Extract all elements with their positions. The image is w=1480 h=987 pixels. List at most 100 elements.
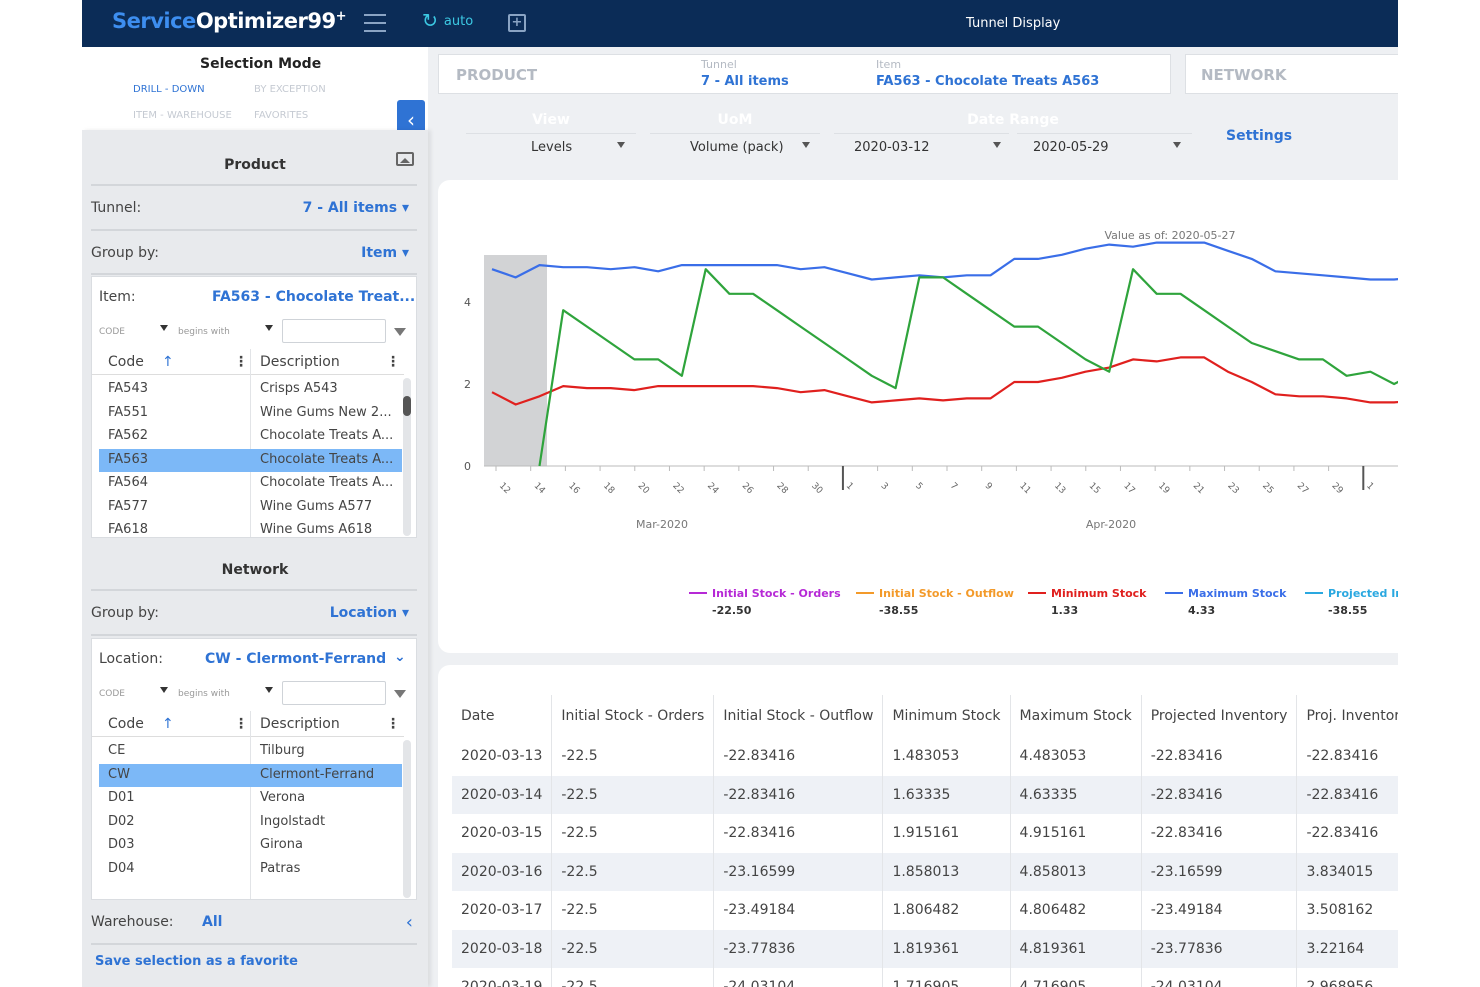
location-filter-operator[interactable]: begins with bbox=[178, 689, 230, 699]
column-menu-icon[interactable]: ⋮ bbox=[234, 716, 248, 732]
list-item-code: D02 bbox=[108, 813, 135, 829]
product-groupby-row: Group by: Item ▾ bbox=[91, 245, 417, 261]
add-window-icon[interactable]: + bbox=[508, 14, 526, 32]
list-item[interactable]: FA577 Wine Gums A577 bbox=[99, 496, 402, 519]
legend-item[interactable]: Maximum Stock 4.33 bbox=[1165, 587, 1286, 617]
sort-up-icon[interactable]: ↑ bbox=[162, 354, 174, 370]
item-list-scrollbar[interactable] bbox=[403, 378, 411, 536]
location-col-code[interactable]: Code bbox=[108, 716, 144, 732]
filter-icon[interactable] bbox=[394, 690, 406, 698]
list-item[interactable]: FA562 Chocolate Treats A... bbox=[99, 425, 402, 448]
product-section-title: Product bbox=[224, 157, 286, 173]
table-row[interactable]: 2020-03-14 -22.5 -22.83416 1.63335 4.63335 -2… bbox=[452, 775, 1398, 814]
item-filter-field[interactable]: CODE bbox=[99, 327, 125, 337]
column-header[interactable]: Initial Stock - Outflow bbox=[713, 695, 884, 737]
table-row[interactable]: 2020-03-17 -22.5 -23.49184 1.806482 4.806482… bbox=[452, 891, 1398, 930]
location-dropdown[interactable]: CW - Clermont-Ferrand bbox=[205, 651, 386, 667]
header-tunnel-value: 7 - All items bbox=[701, 74, 789, 89]
legend-item[interactable]: Minimum Stock 1.33 bbox=[1028, 587, 1146, 617]
table-cell: 2020-03-17 bbox=[452, 891, 553, 930]
item-list-header: Code ↑ ⋮ Description ⋮ bbox=[92, 349, 404, 375]
x-tick-label: 28 bbox=[774, 481, 789, 496]
mode-by-exception[interactable]: BY EXCEPTION bbox=[254, 84, 326, 95]
selection-summary-bar: PRODUCT Tunnel 7 - All items Item FA563 … bbox=[438, 54, 1171, 94]
x-tick-label: 15 bbox=[1087, 481, 1102, 496]
list-item[interactable]: D04 Patras bbox=[99, 858, 402, 881]
auto-refresh-button[interactable]: ↻ auto bbox=[422, 12, 473, 31]
auto-refresh-label: auto bbox=[443, 14, 474, 29]
list-item[interactable]: FA563 Chocolate Treats A... bbox=[99, 448, 402, 472]
item-filter-input[interactable] bbox=[282, 319, 386, 343]
table-cell: 1.63335 bbox=[882, 775, 1011, 814]
date-from-picker[interactable]: 2020-03-12 bbox=[834, 133, 1009, 163]
column-header[interactable]: Date bbox=[452, 695, 553, 737]
network-groupby-label: Group by: bbox=[91, 605, 159, 621]
warehouse-value[interactable]: All bbox=[202, 914, 222, 930]
series-line[interactable] bbox=[538, 268, 1399, 467]
series-line[interactable] bbox=[491, 356, 1398, 406]
table-row[interactable]: 2020-03-19-22.5-24.031041.7169054.716905… bbox=[452, 968, 1398, 987]
image-icon[interactable] bbox=[396, 152, 414, 166]
table-row[interactable]: 2020-03-18 -22.5 -23.77836 1.819361 4.819361… bbox=[452, 929, 1398, 968]
mode-item-warehouse[interactable]: ITEM - WAREHOUSE bbox=[133, 110, 232, 121]
sort-up-icon[interactable]: ↑ bbox=[162, 716, 174, 732]
list-item[interactable]: CW Clermont-Ferrand bbox=[99, 763, 402, 787]
table-cell: 2020-03-14 bbox=[452, 775, 553, 814]
x-tick-label: 5 bbox=[913, 481, 924, 492]
settings-link[interactable]: Settings bbox=[1226, 128, 1292, 144]
brand-logo[interactable]: ServiceOptimizer99+ bbox=[112, 9, 346, 33]
column-header[interactable]: Maximum Stock bbox=[1010, 695, 1142, 737]
column-header[interactable]: Initial Stock - Orders bbox=[551, 695, 715, 737]
tunnel-dropdown[interactable]: 7 - All items ▾ bbox=[303, 200, 409, 216]
x-tick-label: 1 bbox=[1364, 481, 1375, 492]
list-item[interactable]: D02 Ingolstadt bbox=[99, 811, 402, 834]
mode-favorites[interactable]: FAVORITES bbox=[254, 110, 308, 121]
legend-item[interactable]: Projected In -38.55 bbox=[1305, 587, 1398, 617]
item-col-code[interactable]: Code bbox=[108, 354, 144, 370]
list-item[interactable]: FA543 Crisps A543 bbox=[99, 378, 402, 401]
legend-value: -38.55 bbox=[1328, 604, 1368, 617]
view-dropdown[interactable]: Levels bbox=[466, 133, 636, 163]
column-header[interactable]: Projected Inventory bbox=[1141, 695, 1298, 737]
list-item[interactable]: FA551 Wine Gums New 2... bbox=[99, 402, 402, 425]
mode-drill-down[interactable]: DRILL - DOWN bbox=[133, 84, 205, 95]
list-item[interactable]: FA564 Chocolate Treats A... bbox=[99, 472, 402, 495]
save-favorite-link[interactable]: Save selection as a favorite bbox=[95, 954, 298, 969]
list-item-description: Wine Gums A577 bbox=[260, 498, 373, 514]
product-groupby-dropdown[interactable]: Item ▾ bbox=[361, 245, 409, 261]
filter-icon[interactable] bbox=[394, 328, 406, 336]
column-menu-icon[interactable]: ⋮ bbox=[386, 716, 400, 732]
uom-dropdown[interactable]: Volume (pack) bbox=[650, 133, 820, 163]
list-item[interactable]: D01 Verona bbox=[99, 787, 402, 810]
hamburger-menu-icon[interactable] bbox=[364, 14, 386, 32]
list-item[interactable]: FA618 Wine Gums A618 bbox=[99, 519, 402, 537]
chevron-left-icon[interactable]: ‹ bbox=[406, 912, 413, 933]
x-tick-label: 29 bbox=[1329, 481, 1344, 496]
selection-mode-title: Selection Mode bbox=[200, 56, 322, 72]
column-header[interactable]: Minimum Stock bbox=[882, 695, 1011, 737]
location-filter-field[interactable]: CODE bbox=[99, 689, 125, 699]
location-col-description[interactable]: Description bbox=[260, 716, 340, 732]
column-menu-icon[interactable]: ⋮ bbox=[386, 354, 400, 370]
legend-item[interactable]: Initial Stock - Outflow -38.55 bbox=[856, 587, 1014, 617]
table-row[interactable]: 2020-03-13 -22.5 -22.83416 1.483053 4.483053… bbox=[452, 737, 1398, 776]
item-filter-operator[interactable]: begins with bbox=[178, 327, 230, 337]
item-dropdown[interactable]: FA563 - Chocolate Treat... ⌄ bbox=[212, 289, 416, 305]
location-list-scrollbar[interactable] bbox=[403, 740, 411, 898]
x-tick-label: 18 bbox=[601, 481, 616, 496]
brand-part1: Service bbox=[112, 9, 196, 33]
date-to-picker[interactable]: 2020-05-29 bbox=[1017, 133, 1192, 163]
list-item[interactable]: D03 Girona bbox=[99, 834, 402, 857]
column-header[interactable]: Proj. Inventory bbox=[1296, 695, 1398, 737]
network-groupby-dropdown[interactable]: Location ▾ bbox=[330, 605, 409, 621]
chevron-down-icon[interactable]: ⌄ bbox=[394, 649, 406, 665]
legend-item[interactable]: Initial Stock - Orders -22.50 bbox=[689, 587, 841, 617]
location-filter-input[interactable] bbox=[282, 681, 386, 705]
list-item[interactable]: CE Tilburg bbox=[99, 740, 402, 763]
item-col-description[interactable]: Description bbox=[260, 354, 340, 370]
series-line[interactable] bbox=[491, 241, 1398, 281]
table-row[interactable]: 2020-03-16 -22.5 -23.16599 1.858013 4.858013… bbox=[452, 852, 1398, 891]
column-menu-icon[interactable]: ⋮ bbox=[234, 354, 248, 370]
legend-label: Projected In bbox=[1328, 587, 1398, 600]
table-row[interactable]: 2020-03-15 -22.5 -22.83416 1.915161 4.915161… bbox=[452, 814, 1398, 853]
